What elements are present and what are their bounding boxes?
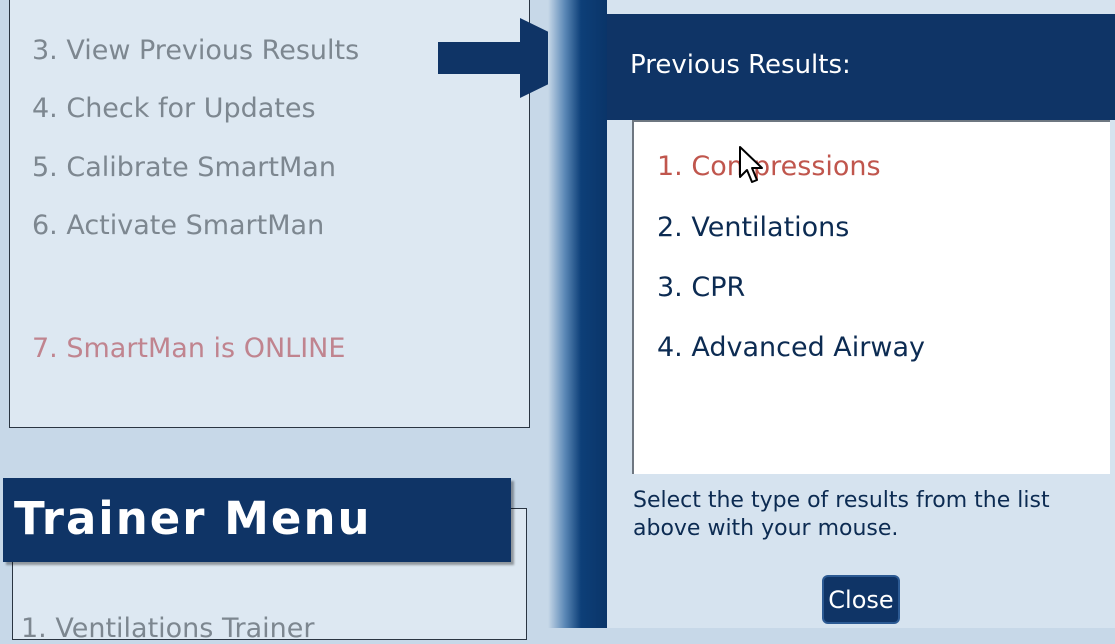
results-header: Previous Results: [607, 14, 1115, 120]
mouse-pointer-icon [739, 146, 763, 183]
menu-item-view-previous-results[interactable]: 3. View Previous Results [32, 35, 359, 66]
status-online: 7. SmartMan is ONLINE [32, 333, 346, 364]
result-item-advanced-airway[interactable]: 4. Advanced Airway [657, 332, 925, 363]
instructions-text: Select the type of results from the list… [633, 488, 1050, 541]
panel-divider [548, 0, 608, 628]
close-button[interactable]: Close [824, 577, 898, 622]
previous-results-panel: Previous Results: 1. Compressions 2. Ven… [607, 0, 1115, 628]
trainer-item-ventilations[interactable]: 1. Ventilations Trainer [21, 613, 314, 644]
menu-item-check-updates[interactable]: 4. Check for Updates [32, 93, 316, 124]
result-item-cpr[interactable]: 3. CPR [657, 272, 745, 303]
results-title: Previous Results: [630, 50, 851, 80]
results-list: 1. Compressions 2. Ventilations 3. CPR 4… [632, 120, 1110, 474]
result-item-compressions[interactable]: 1. Compressions [657, 151, 881, 182]
menu-item-activate[interactable]: 6. Activate SmartMan [32, 210, 324, 241]
result-item-ventilations[interactable]: 2. Ventilations [657, 212, 849, 243]
trainer-menu-header: Trainer Menu [3, 478, 511, 562]
trainer-menu-title: Trainer Menu [14, 492, 372, 545]
menu-item-calibrate[interactable]: 5. Calibrate SmartMan [32, 152, 336, 183]
arrow-shaft [438, 42, 522, 74]
